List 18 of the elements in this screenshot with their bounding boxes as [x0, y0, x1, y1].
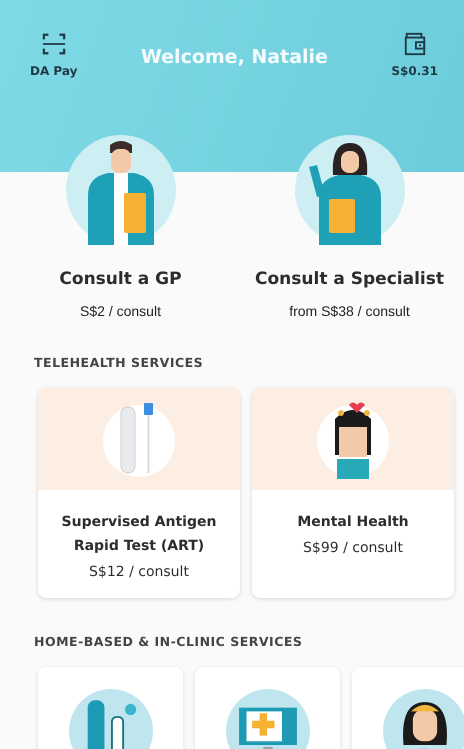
consult-title: Consult a Specialist — [255, 269, 444, 289]
wallet-button[interactable]: S$0.31 — [391, 32, 438, 78]
section-heading: TELEHEALTH SERVICES — [33, 354, 204, 370]
doctor-illustration[interactable] — [294, 135, 404, 245]
consult-title: Consult a GP — [59, 269, 182, 289]
consult-price: S$2 / consult — [80, 303, 161, 319]
service-card[interactable]: Supervised Antigen Rapid Test (ART) S$12 / consult — [38, 388, 240, 598]
service-card[interactable]: Mental Health S$99 / consult — [252, 388, 454, 598]
section-heading: HOME-BASED & IN-CLINIC SERVICES — [33, 633, 304, 649]
consult-price: from S$38 / consult — [289, 303, 410, 319]
scan-icon — [42, 32, 66, 56]
service-title: Mental Health — [296, 513, 410, 532]
wallet-icon — [402, 32, 427, 56]
pay-button[interactable]: DA Pay — [30, 32, 78, 78]
service-price: S$12 / consult — [88, 564, 190, 580]
welcome-title: Welcome, Natalie — [140, 46, 328, 68]
service-title: Supervised Antigen Rapid Test (ART) — [60, 513, 218, 556]
service-price: S$99 / consult — [302, 540, 404, 556]
